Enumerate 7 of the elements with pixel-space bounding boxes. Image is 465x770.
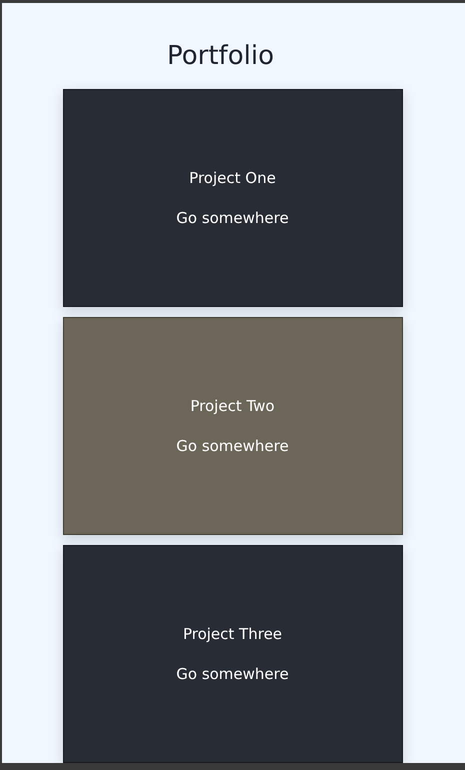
- project-link[interactable]: Go somewhere: [176, 207, 289, 229]
- project-title: Project Three: [182, 624, 282, 645]
- project-title: Project One: [189, 168, 276, 189]
- project-link[interactable]: Go somewhere: [176, 435, 289, 457]
- project-link[interactable]: Go somewhere: [176, 663, 289, 685]
- page-title: Portfolio: [167, 40, 274, 73]
- project-title: Project Two: [190, 396, 275, 417]
